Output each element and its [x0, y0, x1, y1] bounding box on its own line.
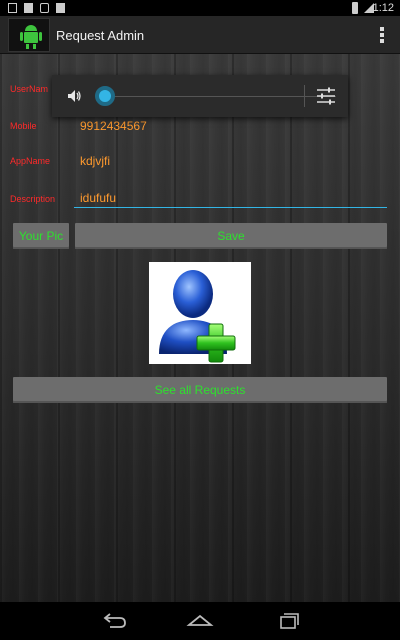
recent-apps-icon[interactable] — [272, 611, 302, 631]
username-label: UserNam — [10, 84, 49, 94]
mobile-field[interactable]: 9912434567 — [80, 119, 147, 133]
sd-card-icon — [24, 3, 33, 13]
description-label: Description — [10, 194, 56, 204]
description-field[interactable] — [74, 188, 387, 208]
status-time: 1:12 — [372, 2, 394, 14]
profile-picture[interactable] — [149, 262, 251, 364]
see-all-requests-button[interactable]: See all Requests — [13, 377, 387, 403]
overflow-menu-icon[interactable] — [380, 27, 384, 43]
appname-label: AppName — [10, 156, 51, 166]
add-user-icon — [159, 270, 236, 363]
mobile-label: Mobile — [10, 121, 37, 131]
status-bar: 1:12 — [0, 0, 400, 16]
speaker-icon[interactable] — [66, 88, 82, 104]
navigation-bar — [0, 602, 400, 640]
sliders-icon[interactable] — [316, 87, 336, 105]
volume-popup — [52, 75, 348, 117]
volume-divider — [304, 85, 305, 107]
image-icon — [8, 3, 17, 13]
action-bar: Request Admin — [0, 16, 400, 54]
volume-slider-thumb[interactable] — [95, 86, 115, 106]
check-icon — [56, 3, 65, 13]
appname-field[interactable]: kdjvjfi — [80, 154, 110, 168]
your-pic-button[interactable]: Your Pic — [13, 223, 69, 249]
content-area: UserNam Mobile 9912434567 AppName kdjvjf… — [0, 54, 400, 602]
app-title: Request Admin — [56, 28, 145, 43]
battery-icon — [352, 2, 358, 14]
back-icon[interactable] — [100, 611, 130, 631]
save-button[interactable]: Save — [75, 223, 387, 249]
home-icon[interactable] — [185, 611, 215, 631]
android-robot-icon[interactable] — [8, 18, 50, 52]
lock-icon — [40, 3, 49, 13]
volume-slider-track[interactable] — [104, 96, 336, 97]
